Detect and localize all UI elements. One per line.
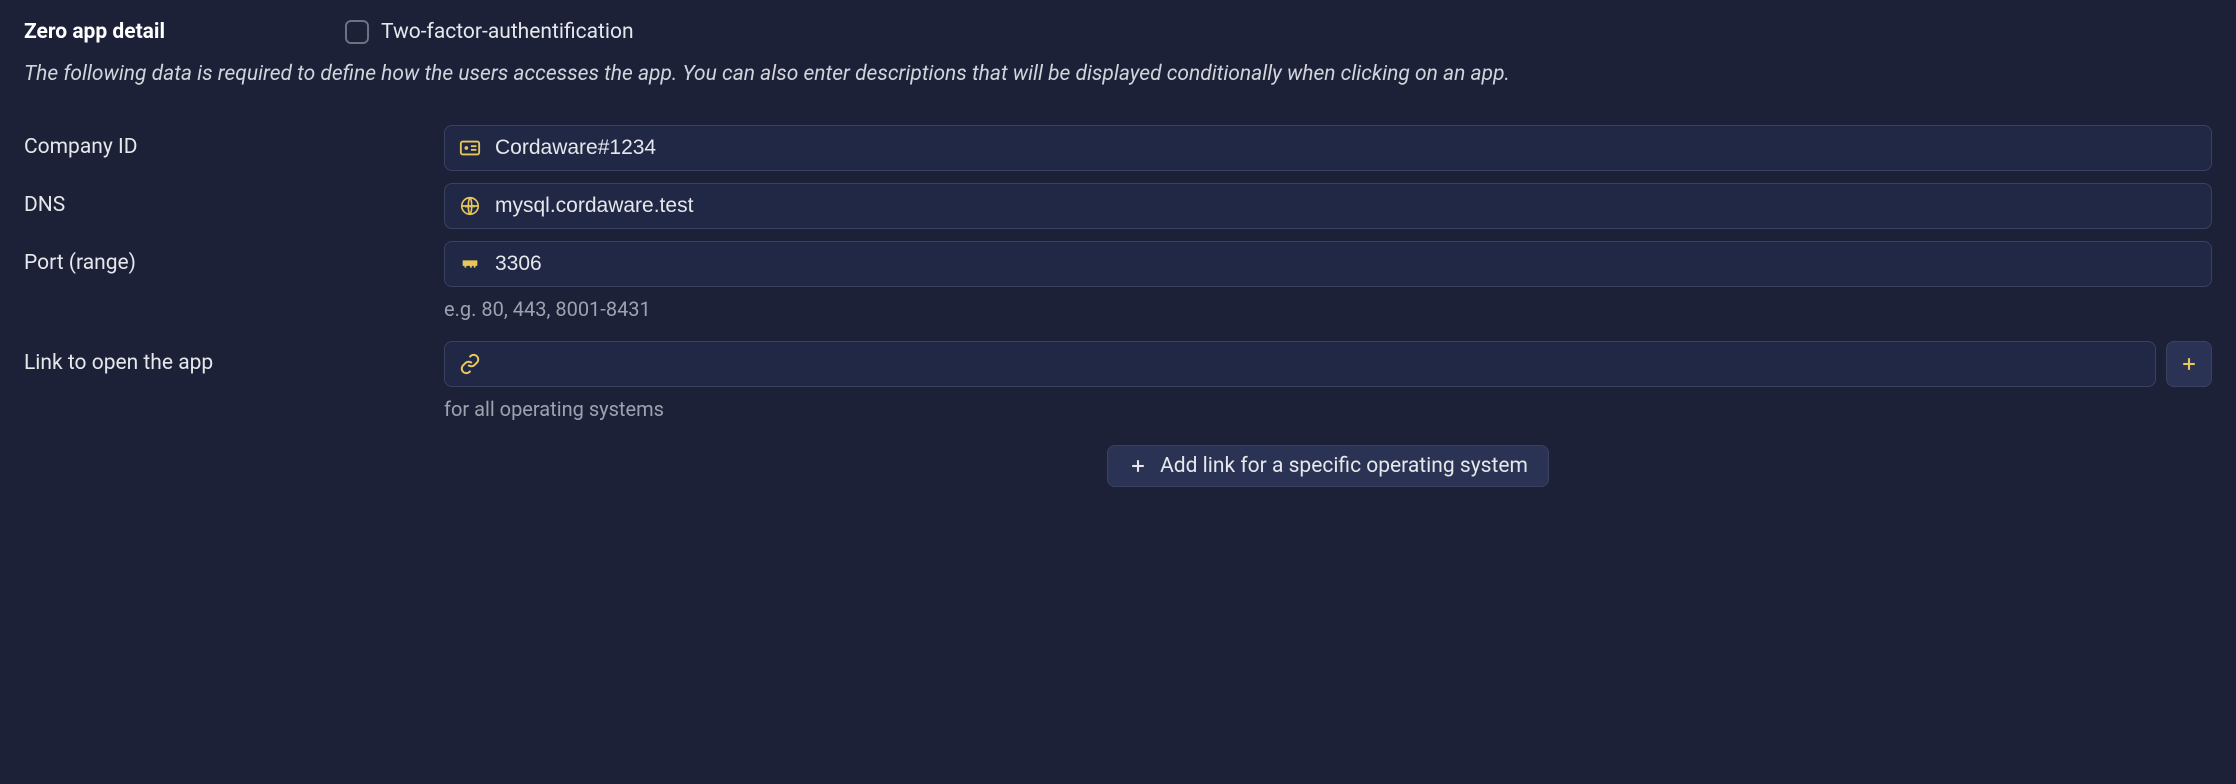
ethernet-icon xyxy=(459,253,481,275)
add-os-link-label: Add link for a specific operating system xyxy=(1160,454,1528,478)
section-description: The following data is required to define… xyxy=(24,60,2212,89)
two-factor-checkbox-wrapper[interactable]: Two-factor-authentification xyxy=(345,20,634,44)
add-link-button[interactable] xyxy=(2166,341,2212,387)
port-hint: e.g. 80, 443, 8001-8431 xyxy=(444,297,2212,321)
link-label: Link to open the app xyxy=(24,341,444,375)
plus-icon xyxy=(1128,456,1148,476)
dns-input[interactable] xyxy=(495,194,2197,218)
link-input[interactable] xyxy=(495,352,2141,376)
dns-icon: DNS xyxy=(459,195,481,217)
company-id-label: Company ID xyxy=(24,125,444,159)
company-id-input[interactable] xyxy=(495,136,2197,160)
link-hint: for all operating systems xyxy=(444,397,2212,421)
section-title: Zero app detail xyxy=(24,20,165,44)
link-icon xyxy=(459,353,481,375)
checkbox-icon[interactable] xyxy=(345,20,369,44)
port-label: Port (range) xyxy=(24,241,444,275)
two-factor-label: Two-factor-authentification xyxy=(381,20,634,44)
svg-text:DNS: DNS xyxy=(465,204,475,209)
link-input-group[interactable] xyxy=(444,341,2156,387)
dns-input-group[interactable]: DNS xyxy=(444,183,2212,229)
add-os-link-button[interactable]: Add link for a specific operating system xyxy=(1107,445,1549,487)
dns-label: DNS xyxy=(24,183,444,217)
port-input[interactable] xyxy=(495,252,2197,276)
id-card-icon xyxy=(459,137,481,159)
company-id-input-group[interactable] xyxy=(444,125,2212,171)
port-input-group[interactable] xyxy=(444,241,2212,287)
